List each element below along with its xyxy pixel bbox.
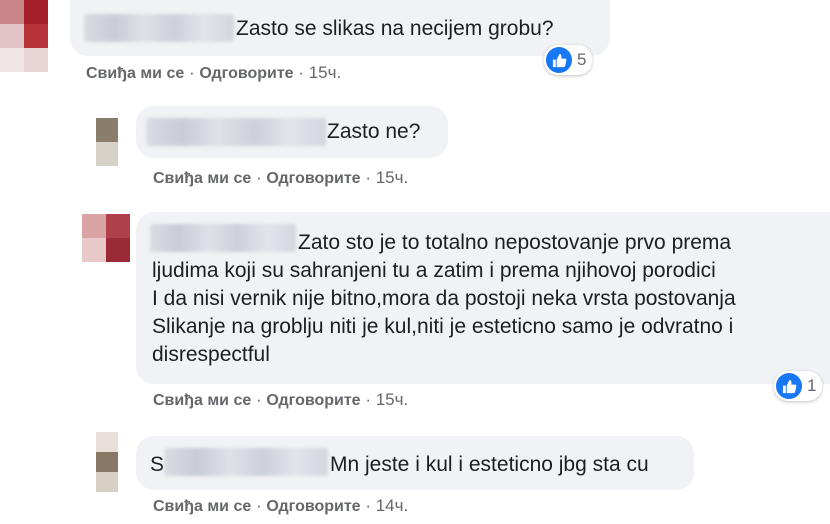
commenter-name[interactable] [146,118,326,146]
avatar[interactable] [96,432,118,492]
comment-actions: Свиђа ми се · Одговорите · 15ч. [153,168,409,187]
timestamp[interactable]: 15ч. [309,63,342,82]
comment-text-line: Zato sto je to totalno nepostovanje prvo… [298,231,732,254]
comment-text: Mn jeste i kul i esteticno jbg sta cu [330,453,649,476]
commenter-name-initial[interactable]: S [150,452,164,478]
avatar[interactable] [96,118,118,166]
commenter-name[interactable] [150,224,296,252]
comment-text-line: I da nisi vernik nije bitno,mora da post… [152,287,736,310]
comment-text-line: ljudima koji su sahranjeni tu a zatim i … [152,259,716,282]
reply-link[interactable]: Одговорите [266,392,360,409]
like-link[interactable]: Свиђа ми се [86,65,184,82]
comment-actions: Свиђа ми се · Одговорите · 15ч. [153,390,409,409]
comment-actions: Свиђа ми се · Одговорите · 14ч. [153,496,409,515]
like-link[interactable]: Свиђа ми се [153,170,251,187]
reply-link[interactable]: Одговорите [199,65,293,82]
timestamp[interactable]: 15ч. [376,168,409,187]
comment-text-line: Slikanje na groblju niti je kul,niti je … [152,315,734,338]
avatar[interactable] [0,0,48,72]
reply-link[interactable]: Одговорите [266,170,360,187]
like-icon [776,373,802,399]
timestamp[interactable]: 15ч. [376,390,409,409]
like-icon [546,47,572,73]
comment-text: Zasto ne? [327,120,421,143]
reply-link[interactable]: Одговорите [266,498,360,515]
like-link[interactable]: Свиђа ми се [153,392,251,409]
avatar[interactable] [82,214,130,262]
comment-text: Zasto se slikas na necijem grobu? [236,17,554,40]
comment-text-line: disrespectful [152,343,270,366]
reaction-count[interactable]: 5 [544,45,593,75]
like-link[interactable]: Свиђа ми се [153,498,251,515]
commenter-name[interactable] [84,14,234,42]
comment-actions: Свиђа ми се · Одговорите · 15ч. [86,63,342,82]
timestamp[interactable]: 14ч. [376,496,409,515]
commenter-name[interactable] [164,448,328,476]
reaction-count[interactable]: 1 [774,371,823,401]
